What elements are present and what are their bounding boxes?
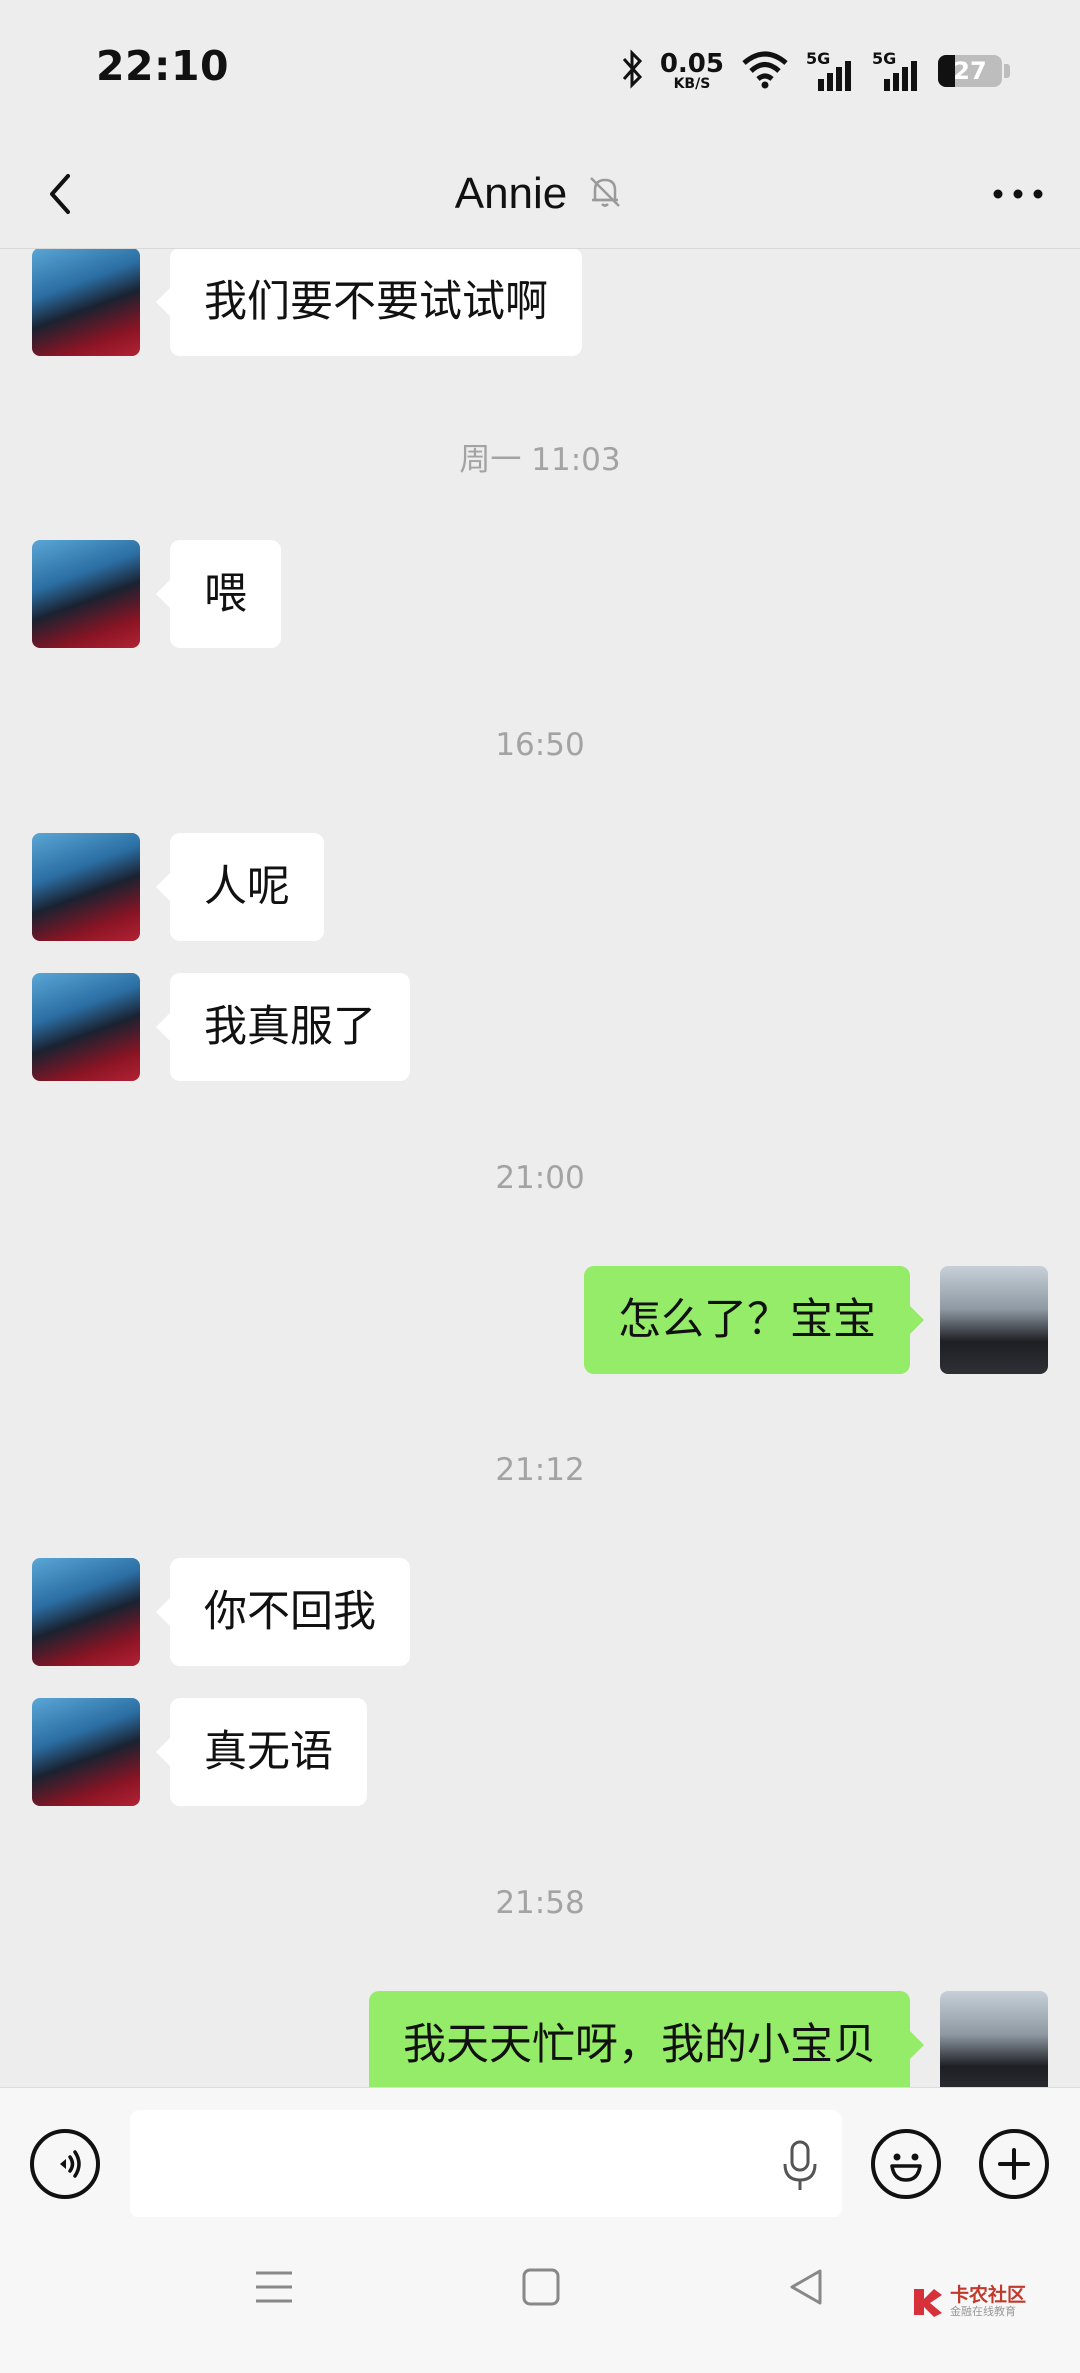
avatar-contact[interactable] [32, 833, 140, 941]
timestamp: 21:58 [495, 1885, 585, 1921]
message-bubble-right[interactable]: 怎么了？宝宝 [584, 1266, 924, 1374]
timestamp: 16:50 [495, 727, 585, 763]
message-bubble-left[interactable]: 你不回我 [156, 1558, 410, 1666]
watermark-subtitle: 金融在线教育 [949, 2304, 1016, 2318]
status-icons: 0.05 KB/S 5G 5G 27 [620, 46, 1010, 96]
message-bubble-right[interactable]: 我天天忙呀，我的小宝贝 [369, 1991, 924, 2087]
voice-mode-icon[interactable] [30, 2129, 100, 2199]
signal-1-icon: 5G [806, 49, 856, 93]
emoji-icon[interactable] [871, 2129, 941, 2199]
chat-header: Annie [0, 140, 1080, 249]
input-bar [0, 2087, 1080, 2218]
title-group: Annie [0, 140, 1080, 248]
message-bubble-left[interactable]: 人呢 [156, 833, 324, 941]
menu-icon[interactable] [254, 2267, 294, 2311]
chat-title[interactable]: Annie [455, 169, 568, 219]
status-time: 22:10 [96, 42, 230, 90]
watermark-title: 卡农社区 [949, 2283, 1026, 2306]
plus-icon[interactable] [979, 2129, 1049, 2199]
avatar-contact[interactable] [32, 973, 140, 1081]
watermark-k-icon [913, 2289, 942, 2317]
timestamp: 周一 11:03 [459, 442, 621, 478]
battery-icon: 27 [938, 55, 1002, 87]
message-bubble-left[interactable]: 喂 [156, 540, 281, 648]
bell-off-icon [585, 172, 625, 216]
net-speed: 0.05 KB/S [659, 49, 724, 92]
more-dots-icon[interactable] [986, 168, 1050, 220]
avatar-contact[interactable] [32, 540, 140, 648]
home-icon[interactable] [521, 2267, 561, 2311]
message-input[interactable] [130, 2110, 842, 2218]
battery-percent: 27 [953, 57, 987, 85]
signal-2-icon: 5G [872, 49, 922, 93]
system-navigation-bar: 卡农社区 金融在线教育 [0, 2217, 1080, 2373]
avatar-contact[interactable] [32, 249, 140, 356]
watermark-logo: 卡农社区 金融在线教育 [910, 2285, 1026, 2319]
back-triangle-icon[interactable] [786, 2267, 826, 2311]
microphone-icon[interactable] [780, 2138, 820, 2194]
avatar-contact[interactable] [32, 1698, 140, 1806]
battery-tip [1004, 64, 1010, 78]
status-bar: 22:10 0.05 KB/S 5G 5G 27 [0, 0, 1080, 140]
timestamp: 21:12 [495, 1452, 585, 1488]
message-bubble-left[interactable]: 真无语 [156, 1698, 367, 1806]
chat-messages[interactable]: 我们要不要试试啊 周一 11:03 喂 16:50 人呢 我真服了 21:00 … [0, 249, 1080, 2087]
message-bubble-left[interactable]: 我真服了 [156, 973, 410, 1081]
avatar-self[interactable] [940, 1266, 1048, 1374]
message-bubble-left[interactable]: 我们要不要试试啊 [156, 249, 582, 356]
bluetooth-icon [620, 49, 644, 93]
timestamp: 21:00 [495, 1160, 585, 1196]
wifi-icon [740, 49, 790, 93]
avatar-self[interactable] [940, 1991, 1048, 2087]
avatar-contact[interactable] [32, 1558, 140, 1666]
